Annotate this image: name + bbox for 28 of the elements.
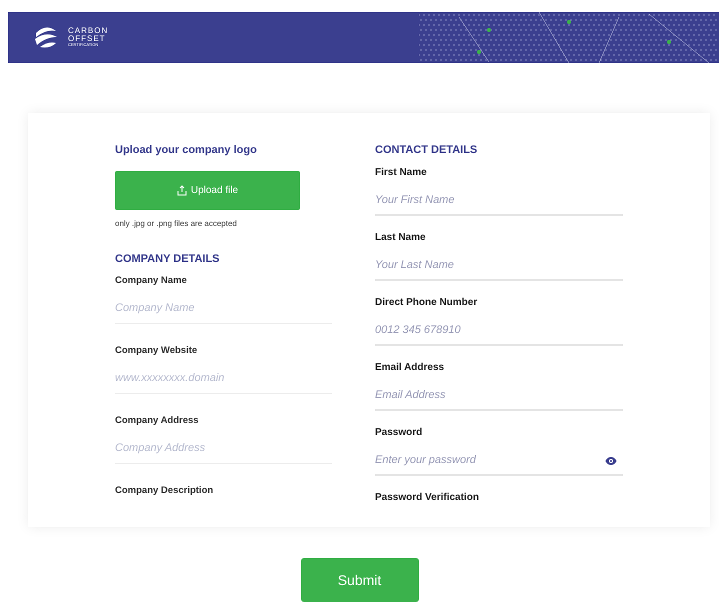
input-field[interactable]: www.xxxxxxxx.domain	[115, 364, 332, 394]
field-label: Password	[375, 426, 424, 440]
eye-icon[interactable]	[605, 456, 617, 466]
field-label: Company Website	[115, 344, 198, 358]
logo-text: OFFSET	[68, 35, 107, 44]
submit-button[interactable]: Submit	[300, 558, 418, 602]
section-title: CONTACT DETAILS	[375, 142, 478, 157]
input-field[interactable]: Your First Name	[375, 186, 623, 216]
input-field[interactable]: Company Name	[115, 294, 332, 324]
field-label: Direct Phone Number	[375, 296, 478, 310]
upload-button[interactable]: Upload file	[115, 170, 300, 210]
input-field[interactable]: Company Address	[115, 434, 332, 464]
section-title: Upload your company logo	[115, 142, 258, 157]
upload-icon	[176, 184, 187, 196]
logo-text: CARBON	[68, 27, 108, 36]
input-field[interactable]: Enter your password	[375, 446, 623, 476]
input-field[interactable]: 0012 345 678910	[375, 316, 623, 346]
field-label: Password Verification	[375, 490, 480, 505]
field-label: Email Address	[375, 360, 446, 375]
field-label: First Name	[375, 166, 428, 180]
field-label: Company Address	[115, 414, 200, 428]
field-label: Company Name	[115, 274, 188, 288]
field-label: Last Name	[375, 230, 427, 245]
input-field[interactable]: Your Last Name	[375, 250, 623, 281]
section-title: COMPANY DETAILS	[115, 252, 221, 266]
input-field[interactable]: Email Address	[375, 380, 623, 411]
upload-note: only .jpg or .png files are accepted	[115, 218, 238, 230]
field-label: Company Description	[115, 484, 214, 498]
